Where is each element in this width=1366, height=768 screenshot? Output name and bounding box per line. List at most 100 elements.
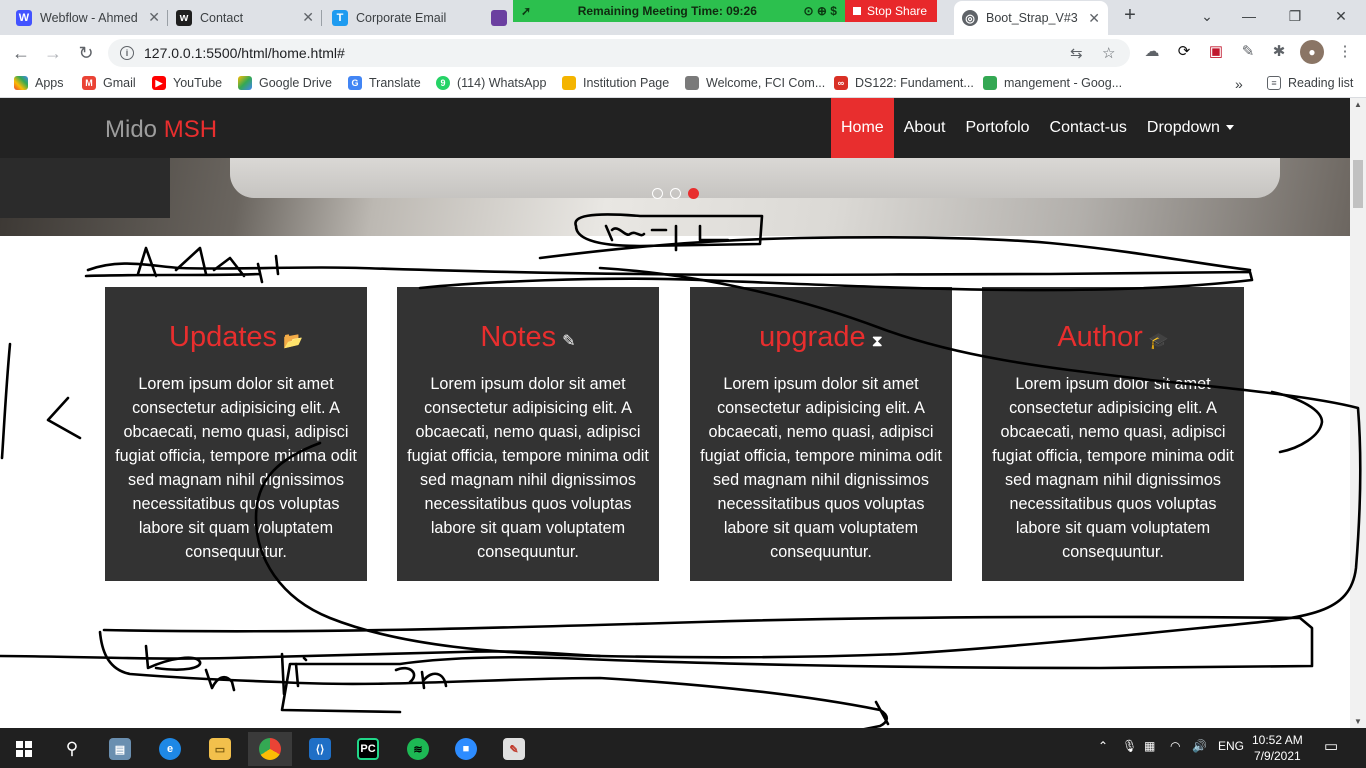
- search-icon[interactable]: ⚲: [50, 732, 94, 766]
- network-icon[interactable]: ▦: [1144, 739, 1155, 753]
- maximize-button[interactable]: ❐: [1272, 4, 1318, 28]
- translate-icon[interactable]: ⇆: [1070, 44, 1083, 62]
- system-clock[interactable]: 10:52 AM 7/9/2021: [1252, 732, 1303, 764]
- windows-taskbar: ⚲ ▤ e ▭ ⟨⟩ PC ≋ ■ ✎ ⌃ 🎙 ▦ ◠ 🔊 ENG 10:52 …: [0, 728, 1366, 768]
- tab-webflow[interactable]: W Webflow - Ahmed ✕: [8, 3, 168, 32]
- ds122-icon: ∞: [834, 76, 848, 90]
- tab-title: Webflow - Ahmed: [40, 10, 138, 25]
- card-text: Lorem ipsum dolor sit amet consectetur a…: [115, 375, 357, 561]
- nav-about[interactable]: About: [894, 98, 956, 158]
- scrollbar-thumb[interactable]: [1353, 160, 1363, 208]
- hero-background-object: [0, 158, 170, 218]
- youtube-icon: ▶: [152, 76, 166, 90]
- vscode-icon[interactable]: ⟨⟩: [298, 732, 342, 766]
- stop-share-label: Stop Share: [867, 4, 928, 18]
- bookmark-whatsapp[interactable]: 9 (114) WhatsApp: [436, 76, 546, 90]
- site-info-icon[interactable]: i: [120, 46, 134, 60]
- spotify-icon[interactable]: ≋: [396, 732, 440, 766]
- address-bar[interactable]: i 127.0.0.1:5500/html/home.html# ⇆ ☆: [108, 39, 1130, 67]
- meeting-controls-icon[interactable]: ⊙ ⊕ $: [804, 4, 837, 18]
- file-explorer-icon[interactable]: ▭: [198, 732, 242, 766]
- extension-picker-icon[interactable]: ✎: [1237, 42, 1259, 62]
- tab-corporate-email[interactable]: T Corporate Email: [324, 3, 478, 32]
- nav-home[interactable]: Home: [831, 98, 894, 158]
- volume-icon[interactable]: 🔊: [1192, 739, 1207, 753]
- clock-date: 7/9/2021: [1253, 749, 1301, 763]
- bookmark-star-icon[interactable]: ☆: [1102, 44, 1115, 62]
- tab-colorlib[interactable]: [483, 3, 513, 32]
- card-text: Lorem ipsum dolor sit amet consectetur a…: [700, 375, 942, 561]
- carousel-dot[interactable]: [652, 188, 663, 199]
- tab-search-button[interactable]: ⌄: [1184, 4, 1230, 28]
- notifications-icon[interactable]: ▭: [1324, 737, 1338, 755]
- scroll-down-icon[interactable]: ▼: [1354, 717, 1362, 726]
- wifi-icon[interactable]: ◠: [1170, 739, 1180, 753]
- extension-sync-icon[interactable]: ⟳: [1173, 42, 1195, 62]
- reload-button[interactable]: ↻: [73, 40, 99, 66]
- carousel-dot-active[interactable]: [688, 188, 699, 199]
- scroll-up-icon[interactable]: ▲: [1354, 100, 1362, 109]
- close-window-button[interactable]: ✕: [1318, 4, 1364, 28]
- minimize-button[interactable]: —: [1226, 4, 1272, 28]
- show-hidden-icons[interactable]: ⌃: [1098, 739, 1108, 753]
- tab-title: Boot_Strap_V#3: [986, 11, 1078, 25]
- webflow-icon: W: [16, 9, 32, 26]
- url-text[interactable]: 127.0.0.1:5500/html/home.html#: [144, 45, 345, 61]
- paint-icon[interactable]: ✎: [492, 732, 536, 766]
- close-tab-icon[interactable]: ✕: [148, 9, 160, 26]
- page-scrollbar[interactable]: ▲ ▼: [1350, 98, 1366, 728]
- card-notes: Notes ✎ Lorem ipsum dolor sit amet consec…: [397, 287, 659, 581]
- card-text: Lorem ipsum dolor sit amet consectetur a…: [407, 375, 649, 561]
- stop-share-button[interactable]: Stop Share: [845, 0, 938, 22]
- chrome-icon[interactable]: [248, 732, 292, 766]
- brand-accent: MSH: [163, 116, 218, 143]
- graduation-cap-icon: 🎓: [1148, 333, 1169, 350]
- edge-icon[interactable]: e: [148, 732, 192, 766]
- new-tab-button[interactable]: +: [1118, 4, 1142, 28]
- extension-media-icon[interactable]: ▣: [1205, 42, 1227, 62]
- carousel-dot[interactable]: [670, 188, 681, 199]
- tab-boot-strap[interactable]: ◎ Boot_Strap_V#3 ✕: [954, 1, 1108, 35]
- tab-contact[interactable]: w Contact ✕: [168, 3, 322, 32]
- bookmark-mangement[interactable]: mangement - Goog...: [983, 76, 1122, 90]
- bookmark-label: Translate: [369, 76, 421, 90]
- close-tab-icon[interactable]: ✕: [302, 9, 314, 26]
- pycharm-icon[interactable]: PC: [346, 732, 390, 766]
- gmail-icon: M: [82, 76, 96, 90]
- caret-down-icon: [1225, 125, 1234, 131]
- task-view-icon[interactable]: ▤: [98, 732, 142, 766]
- back-button[interactable]: ←: [8, 40, 34, 66]
- extensions-puzzle-icon[interactable]: ✱: [1268, 42, 1290, 62]
- zoom-icon[interactable]: ■: [444, 732, 488, 766]
- extension-cloud-icon[interactable]: ☁: [1141, 42, 1163, 62]
- nav-dropdown[interactable]: Dropdown: [1137, 98, 1244, 158]
- profile-avatar[interactable]: ●: [1300, 40, 1324, 64]
- close-tab-icon[interactable]: ✕: [1088, 10, 1100, 27]
- bookmark-label: Institution Page: [583, 76, 670, 90]
- nav-contact-us[interactable]: Contact-us: [1040, 98, 1137, 158]
- reading-list-button[interactable]: ≡ Reading list: [1267, 76, 1353, 90]
- bookmark-gmail[interactable]: M Gmail: [82, 76, 136, 90]
- bookmark-institution-page[interactable]: Institution Page: [562, 76, 669, 90]
- bookmark-apps[interactable]: Apps: [14, 76, 64, 90]
- bookmarks-bar: Apps M Gmail ▶ YouTube Google Drive G Tr…: [0, 70, 1366, 98]
- card-title-text: Author: [1057, 321, 1143, 353]
- bookmark-youtube[interactable]: ▶ YouTube: [152, 76, 222, 90]
- bookmark-ds122[interactable]: ∞ DS122: Fundament...: [834, 76, 974, 90]
- bookmark-fci[interactable]: Welcome, FCI Com...: [685, 76, 825, 90]
- card-upgrade: upgrade ⧗ Lorem ipsum dolor sit amet cons…: [690, 287, 952, 581]
- card-text: Lorem ipsum dolor sit amet consectetur a…: [992, 375, 1234, 561]
- reading-list-icon: ≡: [1267, 76, 1281, 90]
- bookmark-label: (114) WhatsApp: [457, 76, 547, 90]
- carousel-indicators: [652, 188, 699, 199]
- browser-menu-icon[interactable]: ⋮: [1334, 42, 1356, 62]
- more-bookmarks-button[interactable]: »: [1235, 76, 1243, 92]
- nav-portofolo[interactable]: Portofolo: [956, 98, 1040, 158]
- start-button[interactable]: [2, 732, 46, 766]
- language-indicator[interactable]: ENG: [1218, 739, 1244, 753]
- site-brand[interactable]: Mido MSH: [105, 116, 217, 144]
- bookmark-translate[interactable]: G Translate: [348, 76, 421, 90]
- forward-button[interactable]: →: [40, 40, 66, 66]
- microphone-icon[interactable]: 🎙: [1122, 739, 1137, 753]
- bookmark-google-drive[interactable]: Google Drive: [238, 76, 332, 90]
